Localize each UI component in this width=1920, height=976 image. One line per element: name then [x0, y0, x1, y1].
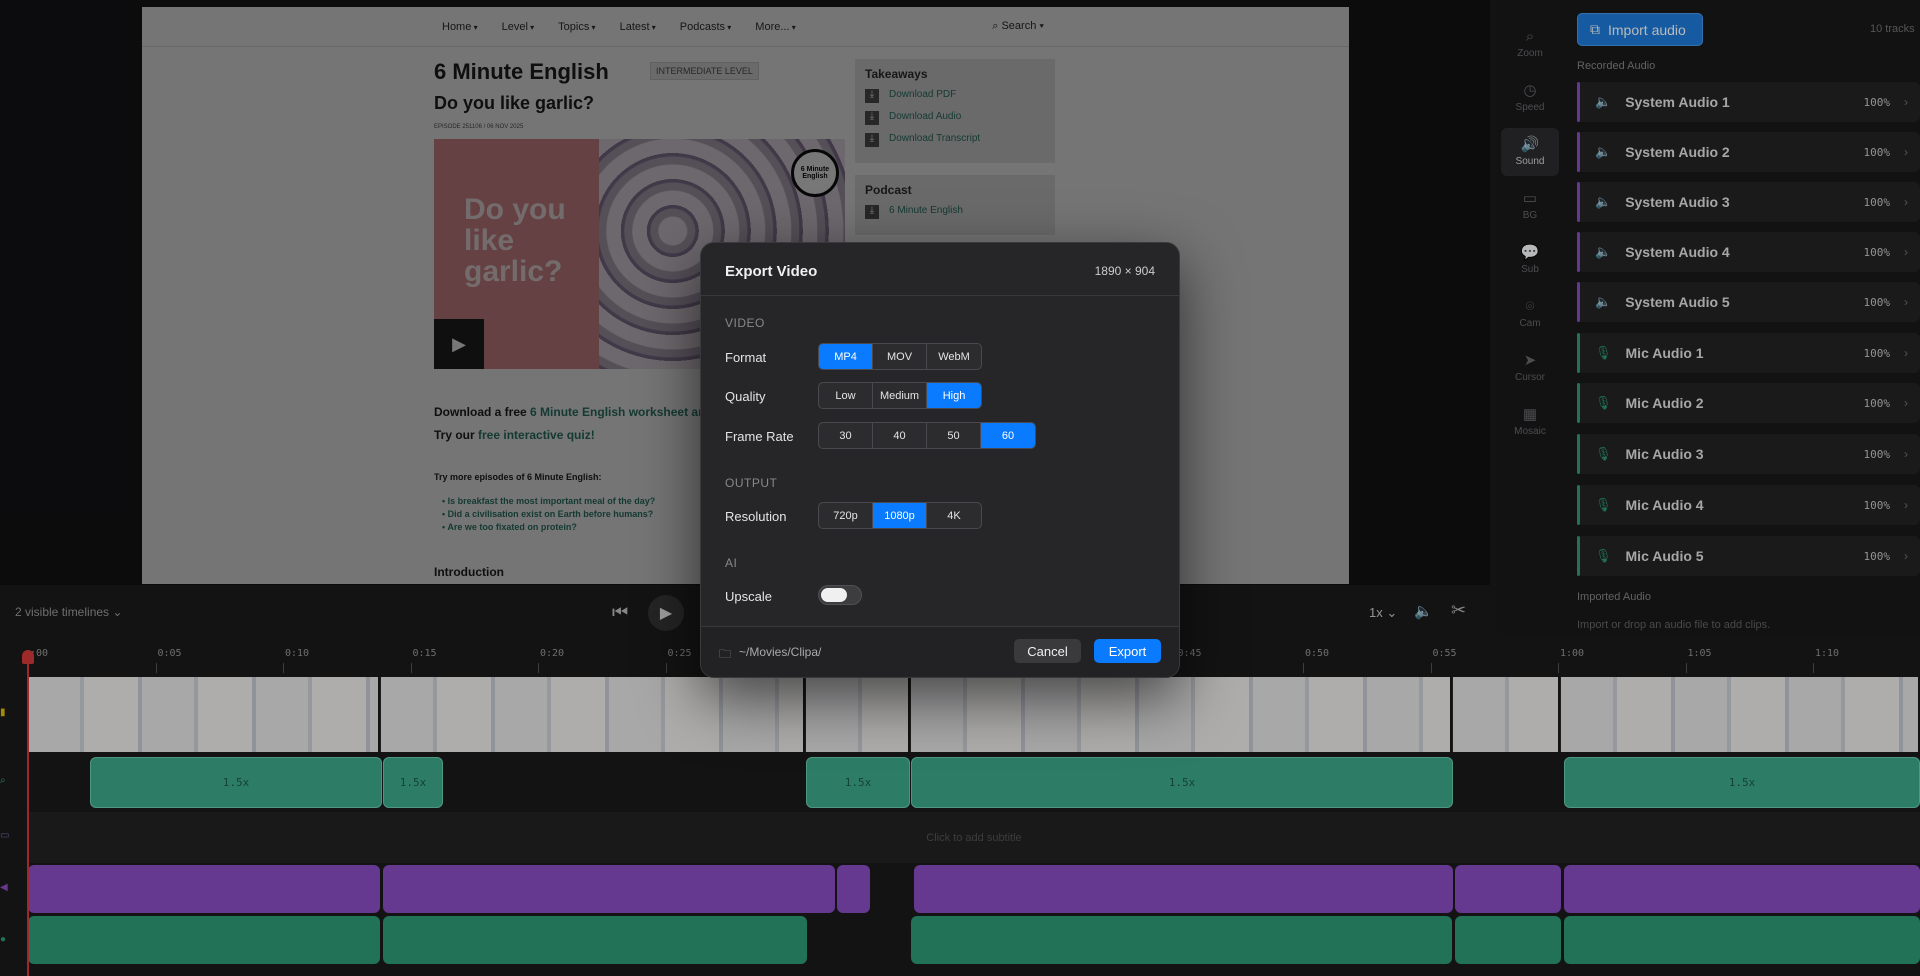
- quality-label: Quality: [725, 389, 766, 404]
- resolution-option[interactable]: 1080p: [873, 503, 927, 528]
- format-option[interactable]: WebM: [927, 344, 981, 369]
- export-dialog: Export Video 1890 × 904 VIDEO Format MP4…: [700, 242, 1180, 678]
- ai-section-heading: AI: [725, 556, 738, 570]
- dialog-header: Export Video 1890 × 904: [701, 243, 1179, 296]
- dialog-footer: 🗀 ~/Movies/Clipa/ Cancel Export: [701, 626, 1179, 677]
- quality-option[interactable]: Low: [819, 383, 873, 408]
- upscale-toggle-knob: [821, 588, 847, 602]
- frame-rate-label: Frame Rate: [725, 429, 794, 444]
- frame-rate-option[interactable]: 60: [981, 423, 1035, 448]
- frame-rate-option[interactable]: 30: [819, 423, 873, 448]
- format-selector: MP4 MOV WebM: [818, 343, 982, 370]
- output-section-heading: OUTPUT: [725, 476, 778, 490]
- export-dimensions: 1890 × 904: [1094, 264, 1155, 278]
- dialog-title: Export Video: [725, 263, 818, 280]
- format-option[interactable]: MOV: [873, 344, 927, 369]
- cancel-button[interactable]: Cancel: [1014, 639, 1081, 663]
- format-label: Format: [725, 350, 767, 365]
- export-path[interactable]: ~/Movies/Clipa/: [739, 645, 821, 659]
- export-button[interactable]: Export: [1094, 639, 1161, 663]
- quality-option[interactable]: High: [927, 383, 981, 408]
- folder-icon[interactable]: 🗀: [719, 645, 731, 666]
- frame-rate-option[interactable]: 50: [927, 423, 981, 448]
- resolution-label: Resolution: [725, 509, 787, 524]
- frame-rate-option[interactable]: 40: [873, 423, 927, 448]
- upscale-label: Upscale: [725, 589, 772, 604]
- format-option[interactable]: MP4: [819, 344, 873, 369]
- frame-rate-selector: 30 40 50 60: [818, 422, 1036, 449]
- video-section-heading: VIDEO: [725, 316, 765, 330]
- resolution-option[interactable]: 4K: [927, 503, 981, 528]
- quality-selector: Low Medium High: [818, 382, 982, 409]
- upscale-toggle[interactable]: [818, 585, 862, 605]
- quality-option[interactable]: Medium: [873, 383, 927, 408]
- resolution-selector: 720p 1080p 4K: [818, 502, 982, 529]
- resolution-option[interactable]: 720p: [819, 503, 873, 528]
